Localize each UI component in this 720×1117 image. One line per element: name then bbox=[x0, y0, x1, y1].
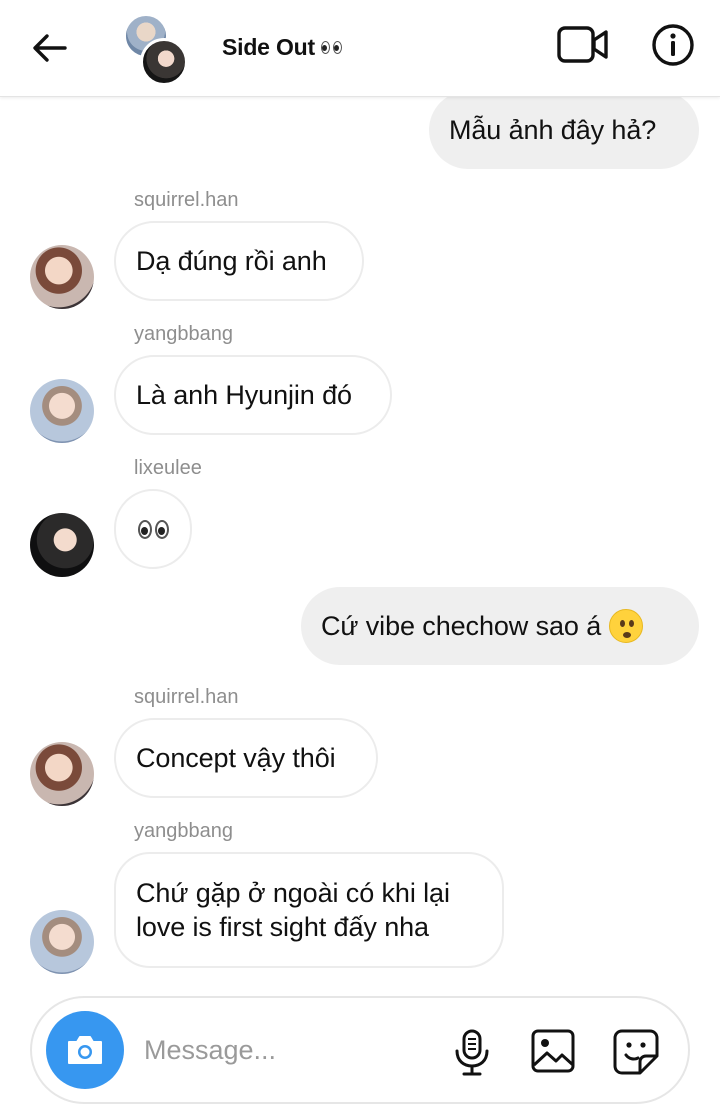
sender-name: yangbbang bbox=[134, 820, 233, 842]
message-text: Mẫu ảnh đây hả? bbox=[449, 115, 657, 145]
outgoing-message[interactable]: Mẫu ảnh đây hả? bbox=[429, 91, 699, 169]
camera-button[interactable] bbox=[46, 1011, 124, 1089]
info-icon bbox=[652, 24, 694, 66]
incoming-message[interactable]: Dạ đúng rồi anh bbox=[114, 221, 364, 301]
video-call-button[interactable] bbox=[556, 24, 610, 66]
chat-header: Side Out bbox=[0, 0, 720, 97]
message-text: Cứ vibe chechow sao á bbox=[321, 611, 602, 641]
info-button[interactable] bbox=[650, 22, 696, 68]
member-avatar bbox=[140, 38, 188, 86]
back-arrow-icon bbox=[33, 34, 67, 62]
message-text: Concept vậy thôi bbox=[136, 743, 336, 773]
sender-name: yangbbang bbox=[134, 323, 233, 345]
outgoing-message[interactable]: Cứ vibe chechow sao á bbox=[301, 587, 699, 665]
chat-title-text: Side Out bbox=[222, 34, 315, 60]
face-with-open-mouth-emoji bbox=[609, 609, 644, 643]
sticker-button[interactable] bbox=[612, 1028, 660, 1076]
message-text-line: love is first sight đấy nha bbox=[136, 912, 429, 942]
message-input[interactable] bbox=[144, 1028, 424, 1072]
incoming-message[interactable]: Concept vậy thôi bbox=[114, 718, 378, 798]
message-text: Dạ đúng rồi anh bbox=[136, 246, 327, 276]
avatar[interactable] bbox=[30, 379, 94, 443]
avatar[interactable] bbox=[30, 910, 94, 974]
incoming-message[interactable]: Là anh Hyunjin đó bbox=[114, 355, 392, 435]
sender-name: lixeulee bbox=[134, 457, 202, 479]
incoming-message[interactable] bbox=[114, 489, 192, 569]
sender-name: squirrel.han bbox=[134, 686, 239, 708]
group-avatar[interactable] bbox=[124, 14, 194, 86]
message-thread[interactable]: Mẫu ảnh đây hả? squirrel.han Dạ đúng rồi… bbox=[0, 91, 720, 987]
avatar[interactable] bbox=[30, 513, 94, 577]
camera-icon bbox=[68, 1036, 102, 1064]
video-call-icon bbox=[557, 26, 608, 63]
eyes-emoji bbox=[137, 519, 169, 539]
microphone-icon bbox=[455, 1029, 489, 1076]
eyes-emoji bbox=[320, 41, 342, 54]
back-button[interactable] bbox=[28, 28, 72, 68]
message-text-line: Chứ gặp ở ngoài có khi lại bbox=[136, 878, 450, 908]
gallery-icon bbox=[531, 1029, 575, 1073]
message-composer bbox=[30, 996, 690, 1104]
avatar[interactable] bbox=[30, 245, 94, 309]
gallery-button[interactable] bbox=[530, 1028, 576, 1074]
sender-name: squirrel.han bbox=[134, 189, 239, 211]
message-text: Là anh Hyunjin đó bbox=[136, 380, 352, 410]
sticker-icon bbox=[613, 1029, 659, 1075]
avatar[interactable] bbox=[30, 742, 94, 806]
incoming-message[interactable]: Chứ gặp ở ngoài có khi lại love is first… bbox=[114, 852, 504, 968]
chat-title[interactable]: Side Out bbox=[222, 34, 342, 61]
voice-message-button[interactable] bbox=[450, 1028, 494, 1078]
